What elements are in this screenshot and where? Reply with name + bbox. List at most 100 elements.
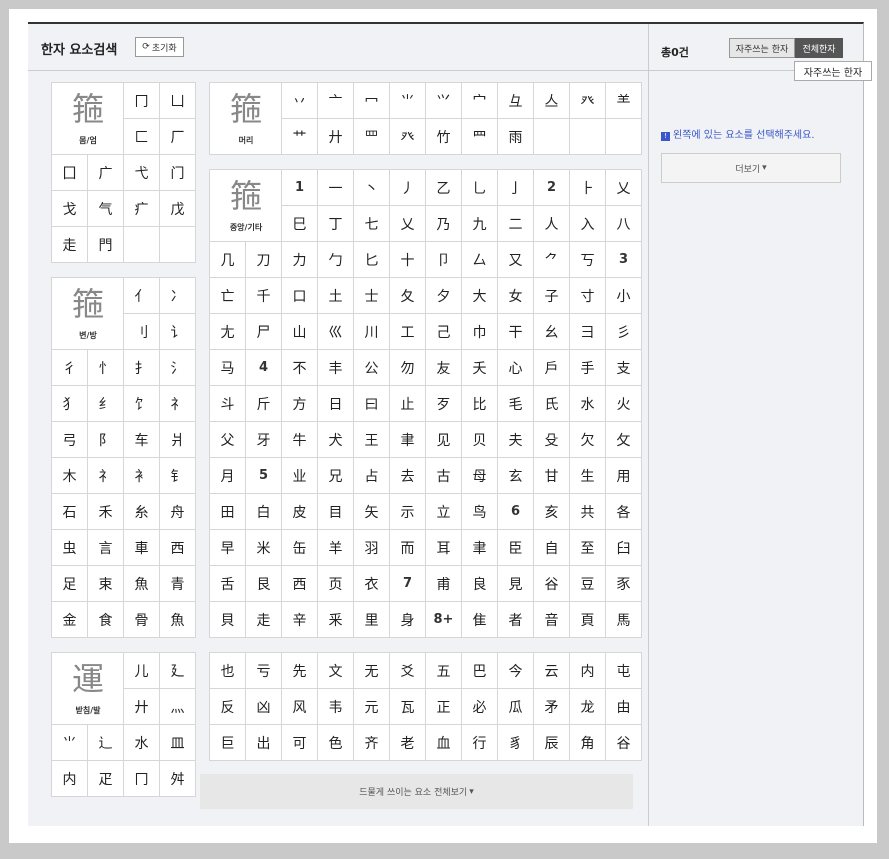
element-cell[interactable]: 亏 <box>246 653 282 689</box>
element-cell[interactable]: 矢 <box>354 494 390 530</box>
element-cell[interactable]: 廾 <box>318 119 354 155</box>
element-cell[interactable]: 青 <box>160 566 196 602</box>
element-cell[interactable]: 内 <box>570 653 606 689</box>
element-cell[interactable]: 食 <box>88 602 124 638</box>
element-cell[interactable]: 欠 <box>570 422 606 458</box>
element-cell[interactable]: 几 <box>210 242 246 278</box>
element-cell[interactable]: 彐 <box>570 314 606 350</box>
element-cell[interactable]: 凶 <box>246 689 282 725</box>
element-cell[interactable]: 耳 <box>426 530 462 566</box>
element-cell[interactable]: 齐 <box>354 725 390 761</box>
element-cell[interactable]: 歹 <box>426 386 462 422</box>
element-cell[interactable]: 十 <box>390 242 426 278</box>
element-cell[interactable]: 6 <box>498 494 534 530</box>
element-cell[interactable]: 走 <box>246 602 282 638</box>
element-cell[interactable]: 艮 <box>246 566 282 602</box>
element-cell[interactable]: 金 <box>52 602 88 638</box>
element-cell[interactable]: 反 <box>210 689 246 725</box>
element-cell[interactable]: 臼 <box>606 530 642 566</box>
element-cell[interactable]: 辰 <box>534 725 570 761</box>
element-cell[interactable]: 共 <box>570 494 606 530</box>
element-cell[interactable]: 皿 <box>160 725 196 761</box>
element-cell[interactable]: 白 <box>246 494 282 530</box>
element-cell[interactable]: 亼 <box>534 83 570 119</box>
element-cell[interactable]: 里 <box>354 602 390 638</box>
element-cell[interactable]: 臣 <box>498 530 534 566</box>
element-cell[interactable]: 竹 <box>426 119 462 155</box>
element-cell[interactable]: 皮 <box>282 494 318 530</box>
element-cell[interactable]: 八 <box>606 206 642 242</box>
element-cell[interactable]: ⺈ <box>534 242 570 278</box>
more-button[interactable]: 더보기 ▾ <box>661 153 841 183</box>
element-cell[interactable]: 灬 <box>160 689 196 725</box>
element-cell[interactable]: 宀 <box>462 83 498 119</box>
element-cell[interactable]: 夂 <box>390 278 426 314</box>
group-key-head[interactable]: 箍 머리 <box>210 83 282 155</box>
element-cell[interactable]: 田 <box>210 494 246 530</box>
element-cell[interactable]: 可 <box>282 725 318 761</box>
element-cell[interactable]: 音 <box>534 602 570 638</box>
element-cell[interactable]: 扌 <box>124 350 160 386</box>
element-cell[interactable]: 由 <box>606 689 642 725</box>
element-cell[interactable]: 车 <box>124 422 160 458</box>
element-cell[interactable]: 日 <box>318 386 354 422</box>
element-cell[interactable]: 糸 <box>124 494 160 530</box>
element-cell[interactable]: 血 <box>426 725 462 761</box>
group-key-side[interactable]: 箍 변/방 <box>52 278 124 350</box>
element-cell[interactable]: 氏 <box>534 386 570 422</box>
element-cell[interactable]: 舌 <box>210 566 246 602</box>
element-cell[interactable]: 至 <box>570 530 606 566</box>
element-cell[interactable]: 丁 <box>318 206 354 242</box>
element-cell[interactable]: 亻 <box>124 278 160 314</box>
element-cell[interactable]: 缶 <box>282 530 318 566</box>
element-cell[interactable]: 豸 <box>498 725 534 761</box>
element-cell[interactable]: 水 <box>124 725 160 761</box>
element-cell[interactable]: 不 <box>282 350 318 386</box>
element-cell[interactable]: 各 <box>606 494 642 530</box>
element-cell[interactable]: 色 <box>318 725 354 761</box>
element-cell[interactable]: 元 <box>354 689 390 725</box>
group-key-bottom[interactable]: 運 받침/발 <box>52 653 124 725</box>
element-cell[interactable]: 勹 <box>318 242 354 278</box>
element-cell[interactable]: 鸟 <box>462 494 498 530</box>
element-cell[interactable]: 巳 <box>282 206 318 242</box>
element-cell[interactable]: 冂 <box>124 83 160 119</box>
element-cell[interactable]: 方 <box>282 386 318 422</box>
element-cell[interactable]: 瓦 <box>390 689 426 725</box>
element-cell[interactable]: 辶 <box>88 725 124 761</box>
element-cell[interactable]: 风 <box>282 689 318 725</box>
element-cell[interactable]: 出 <box>246 725 282 761</box>
element-cell[interactable]: 弓 <box>52 422 88 458</box>
element-cell[interactable]: 癶 <box>570 83 606 119</box>
element-cell[interactable]: 去 <box>390 458 426 494</box>
element-cell[interactable]: 土 <box>318 278 354 314</box>
element-cell[interactable]: 西 <box>282 566 318 602</box>
element-cell[interactable]: 疋 <box>88 761 124 797</box>
element-cell[interactable]: 兄 <box>318 458 354 494</box>
element-cell[interactable]: 门 <box>160 155 196 191</box>
rare-elements-button[interactable]: 드물게 쓰이는 요소 전체보기 ▾ <box>200 774 633 809</box>
element-cell[interactable]: 业 <box>282 458 318 494</box>
element-cell[interactable]: 舛 <box>160 761 196 797</box>
element-cell[interactable]: 門 <box>88 227 124 263</box>
element-cell[interactable]: 勿 <box>390 350 426 386</box>
element-cell[interactable]: 隹 <box>462 602 498 638</box>
element-cell[interactable]: 巨 <box>210 725 246 761</box>
element-cell[interactable]: 小 <box>606 278 642 314</box>
element-cell[interactable]: 干 <box>498 314 534 350</box>
element-cell[interactable]: 良 <box>462 566 498 602</box>
element-cell[interactable]: 九 <box>462 206 498 242</box>
element-cell[interactable]: 7 <box>390 566 426 602</box>
element-cell[interactable]: 页 <box>318 566 354 602</box>
element-cell[interactable]: 牛 <box>282 422 318 458</box>
element-cell[interactable]: 示 <box>390 494 426 530</box>
element-cell[interactable]: 儿 <box>124 653 160 689</box>
element-cell[interactable]: 一 <box>318 170 354 206</box>
element-cell[interactable]: 牙 <box>246 422 282 458</box>
element-cell[interactable]: 角 <box>570 725 606 761</box>
element-cell[interactable]: 母 <box>462 458 498 494</box>
element-cell[interactable]: 乙 <box>426 170 462 206</box>
element-cell[interactable]: 火 <box>606 386 642 422</box>
element-cell[interactable]: 钅 <box>160 458 196 494</box>
element-cell[interactable]: 比 <box>462 386 498 422</box>
